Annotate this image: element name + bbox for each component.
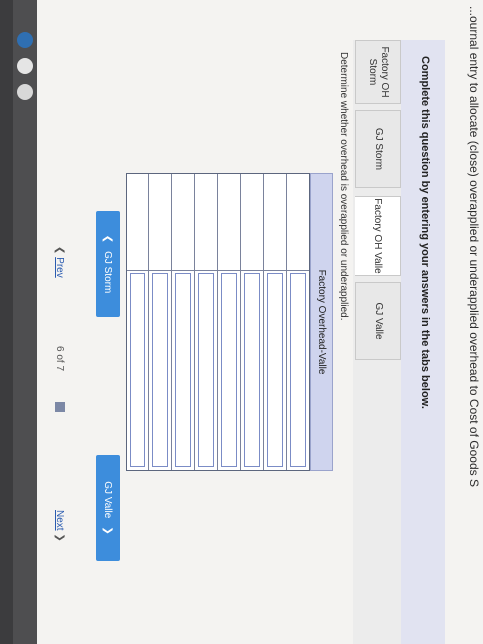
of-label: of	[54, 354, 65, 363]
prev-tab-button[interactable]: ❮ GJ Storm	[96, 211, 120, 317]
app-icon[interactable]	[17, 32, 33, 48]
tab-gj-valle[interactable]: GJ Valle	[355, 282, 401, 360]
next-tab-button[interactable]: GJ Valle ❯	[96, 455, 120, 561]
current-page: 6	[54, 346, 65, 352]
browser-icon[interactable]	[17, 58, 33, 74]
tab-gj-storm[interactable]: GJ Storm	[355, 110, 401, 188]
screen: ...ournal entry to allocate (close) over…	[13, 0, 483, 644]
taskbar	[13, 0, 37, 644]
amount-input[interactable]	[221, 273, 237, 467]
chevron-right-icon: ❯	[54, 533, 65, 542]
prev-tab-label: GJ Storm	[102, 251, 114, 294]
amount-input[interactable]	[198, 273, 214, 467]
amount-cell	[195, 270, 217, 470]
table-row	[127, 174, 148, 470]
tab-subtitle: Determine whether overhead is overapplie…	[338, 52, 349, 321]
label-cell[interactable]	[287, 174, 309, 271]
amount-cell	[287, 270, 309, 470]
amount-cell	[172, 270, 194, 470]
amount-cell	[218, 270, 240, 470]
amount-input[interactable]	[175, 273, 191, 467]
next-tab-label: GJ Valle	[102, 481, 114, 519]
table-row	[286, 174, 309, 470]
table-row	[148, 174, 171, 470]
amount-cell	[149, 270, 171, 470]
tab-factory-oh-storm[interactable]: Factory OH Storm	[355, 40, 401, 104]
amount-cell	[264, 270, 286, 470]
instruction-text: Complete this question by entering your …	[419, 56, 431, 409]
prev-label: Prev	[54, 257, 65, 278]
label-cell[interactable]	[195, 174, 217, 271]
rotated-photo-stage: ...ournal entry to allocate (close) over…	[0, 0, 483, 644]
table-row	[171, 174, 194, 470]
table-row	[240, 174, 263, 470]
chevron-right-icon: ❯	[102, 526, 114, 535]
app-icon[interactable]	[17, 84, 33, 100]
t-account-header: Factory Overhead-Valle	[310, 173, 333, 471]
label-cell[interactable]	[241, 174, 263, 271]
pager-prev-link[interactable]: ❮ Prev	[54, 246, 65, 278]
amount-input[interactable]	[130, 273, 145, 467]
grid-view-icon[interactable]	[52, 402, 65, 412]
amount-cell	[127, 270, 148, 470]
table-row	[217, 174, 240, 470]
page-indicator: 6 of 7	[54, 346, 65, 371]
chevron-left-icon: ❮	[54, 246, 65, 255]
table-row	[263, 174, 286, 470]
question-prompt: ...ournal entry to allocate (close) over…	[467, 6, 481, 487]
amount-cell	[241, 270, 263, 470]
next-label: Next	[54, 510, 65, 531]
tab-factory-oh-valle[interactable]: Factory OH Valle	[355, 196, 401, 276]
tab-bar: Factory OH Storm GJ Storm Factory OH Val…	[353, 40, 401, 644]
laptop-bezel	[0, 0, 13, 644]
label-cell[interactable]	[218, 174, 240, 271]
label-cell[interactable]	[172, 174, 194, 271]
total-pages: 7	[54, 365, 65, 372]
amount-input[interactable]	[290, 273, 306, 467]
label-cell[interactable]	[264, 174, 286, 271]
chevron-left-icon: ❮	[102, 234, 114, 244]
t-account-grid	[126, 173, 310, 471]
table-row	[194, 174, 217, 470]
pager-next-link[interactable]: Next ❯	[54, 510, 65, 542]
label-cell[interactable]	[127, 174, 148, 271]
amount-input[interactable]	[267, 273, 283, 467]
amount-input[interactable]	[152, 273, 168, 467]
label-cell[interactable]	[149, 174, 171, 271]
amount-input[interactable]	[244, 273, 260, 467]
